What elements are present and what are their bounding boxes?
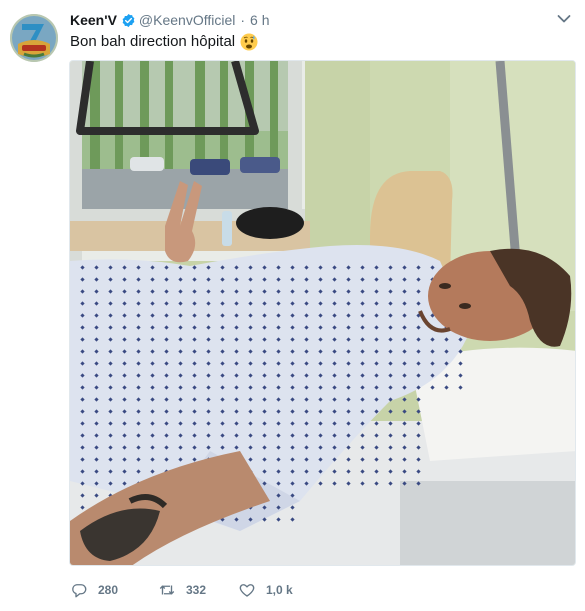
tweet-text: Bon bah direction hôpital: [70, 32, 258, 52]
reply-button[interactable]: 280: [70, 581, 158, 599]
retweet-count: 332: [186, 583, 207, 597]
user-handle[interactable]: @KeenvOfficiel: [139, 12, 235, 28]
avatar-image: [10, 14, 58, 62]
heart-icon: [239, 584, 255, 597]
display-name[interactable]: Keen'V: [70, 12, 117, 28]
worried-face-emoji: [240, 33, 258, 51]
separator-dot: ·: [240, 12, 246, 28]
timestamp[interactable]: 6 h: [250, 12, 269, 28]
tweet-text-content: Bon bah direction hôpital: [70, 33, 236, 50]
reply-icon: [72, 584, 87, 598]
avatar[interactable]: [10, 14, 58, 62]
tweet-photo[interactable]: [69, 60, 576, 566]
like-button[interactable]: 1,0 k: [238, 581, 293, 599]
reply-count: 280: [98, 583, 119, 597]
tweet-actions: 280 332 1,0 k: [70, 580, 293, 600]
tweet-header: Keen'V @KeenvOfficiel · 6 h: [70, 10, 270, 30]
tweet-card[interactable]: Keen'V @KeenvOfficiel · 6 h Bon bah dire…: [0, 0, 585, 611]
verified-badge-icon: [122, 13, 135, 27]
retweet-button[interactable]: 332: [158, 581, 238, 599]
retweet-icon: [159, 585, 175, 595]
hospital-photo: [70, 61, 575, 565]
like-count: 1,0 k: [266, 583, 293, 597]
chevron-down-icon[interactable]: [557, 14, 571, 24]
